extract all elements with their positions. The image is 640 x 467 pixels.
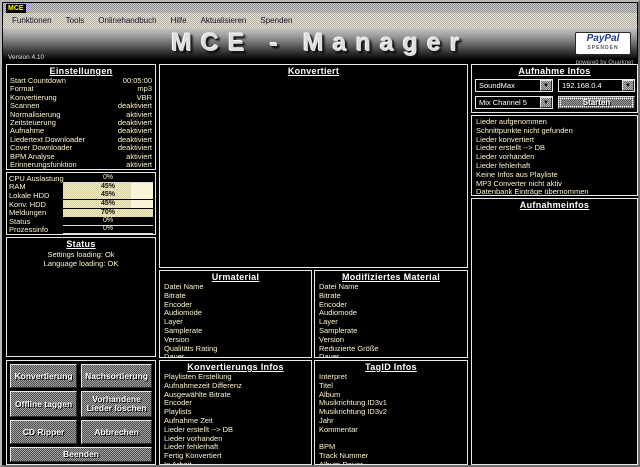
window-title: MCE (6, 4, 26, 13)
original-material-panel: Urmaterial Datei Name Bitrate Encoder Au… (159, 270, 312, 358)
menu-spenden[interactable]: Spenden (253, 14, 299, 28)
ip-address-select[interactable]: 192.168.0.4 ▼ (558, 79, 635, 92)
mixer-channel-select[interactable]: Mix Channel 5 ▼ (475, 96, 553, 109)
menu-bar: Funktionen Tools Onlinehandbuch Hilfe Ak… (3, 13, 637, 28)
stat-value: 70% (63, 209, 153, 217)
stat-label: Prozessinfo (9, 225, 63, 234)
mixer-channel-value: Mix Channel 5 (476, 98, 540, 107)
modified-material-panel: Modifiziertes Material Datei Name Bitrat… (314, 270, 468, 358)
chevron-down-icon[interactable]: ▼ (540, 97, 552, 108)
paypal-spenden-label: SPENDEN (576, 45, 630, 52)
stat-value: 45% (63, 183, 153, 191)
info-row: Dauer (315, 353, 467, 358)
recording-controls-panel: Aufnahme Infos SoundMax ▼ 192.168.0.4 ▼ … (471, 64, 638, 113)
recording-output-title: Aufnahmeinfos (472, 199, 637, 211)
converted-list-panel[interactable]: Konvertiert (159, 64, 468, 268)
delete-existing-songs-button[interactable]: Vorhandene Lieder löschen (81, 391, 152, 417)
stat-value: 0% (63, 174, 153, 183)
converted-title: Konvertiert (160, 65, 467, 77)
menu-hilfe[interactable]: Hilfe (164, 14, 194, 28)
convert-button[interactable]: Konvertierung (10, 364, 77, 388)
info-row: Kommentar (315, 426, 467, 435)
title-bar[interactable]: MCE (3, 3, 637, 13)
info-row: In Arbeit (160, 461, 311, 465)
paypal-donate-button[interactable]: PayPal SPENDEN (575, 32, 631, 55)
status-title: Status (7, 238, 155, 250)
menu-tools[interactable]: Tools (59, 14, 92, 28)
stat-row: RAM45% (7, 183, 155, 192)
setting-value: aktiviert (126, 161, 152, 169)
progress-bar: 45% (63, 183, 153, 191)
tagid-infos-panel: TagID Infos Interpret Titel Album Musikr… (314, 360, 468, 465)
status-line: Settings loading: Ok (7, 250, 155, 259)
offline-tag-button[interactable]: Offline taggen (10, 391, 77, 417)
menu-onlinehandbuch[interactable]: Onlinehandbuch (91, 14, 163, 28)
app-title: MCE - Manager (3, 28, 637, 59)
cd-ripper-button[interactable]: CD Ripper (10, 420, 77, 444)
status-panel: Status Settings loading: Ok Language loa… (6, 237, 156, 357)
stat-row: CPU Auslastung0% (7, 174, 155, 183)
progress-bar: 70% (63, 209, 153, 217)
conversion-infos-panel: Konvertierungs Infos Playlisten Erstellu… (159, 360, 312, 465)
setting-label: Erinnerungsfunktion (10, 161, 77, 169)
stat-value: 45% (63, 191, 153, 199)
info-row: Dauer (160, 353, 311, 358)
menu-aktualisieren[interactable]: Aktualisieren (194, 14, 254, 28)
actions-panel: Konvertierung Nachsortierung Offline tag… (6, 360, 156, 465)
stat-row: Prozessinfo0% (7, 226, 155, 235)
stat-row: Meldungen70% (7, 208, 155, 217)
chevron-down-icon[interactable]: ▼ (622, 80, 634, 91)
log-list-panel: Lieder aufgenommen Schnittpunkte nicht g… (471, 115, 638, 196)
info-row: Album Dauer (315, 461, 467, 465)
status-line: Language loading: OK (7, 259, 155, 268)
progress-bar: 45% (63, 191, 153, 199)
info-row: Interpret (315, 373, 467, 382)
log-row: Datenbank Einträge übernommen (472, 188, 637, 196)
app-banner: MCE - Manager PayPal SPENDEN (3, 28, 637, 60)
chevron-down-icon[interactable]: ▼ (540, 80, 552, 91)
start-button[interactable]: Starten (558, 96, 635, 109)
settings-panel: Einstellungen Start Countdown00:05:00 Fo… (6, 64, 156, 170)
resort-button[interactable]: Nachsortierung (81, 364, 152, 388)
recording-output-panel[interactable]: Aufnahmeinfos (471, 198, 638, 465)
quit-button[interactable]: Beenden (10, 447, 152, 462)
audio-device-value: SoundMax (476, 81, 540, 90)
system-stats-panel: CPU Auslastung0% RAM45% Lokale HDD45% Ko… (6, 172, 156, 235)
stat-row: Status0% (7, 217, 155, 226)
mce-manager-window: MCE Funktionen Tools Onlinehandbuch Hilf… (0, 0, 640, 467)
audio-device-select[interactable]: SoundMax ▼ (475, 79, 553, 92)
cancel-button[interactable]: Abbrechen (81, 420, 152, 444)
ip-address-value: 192.168.0.4 (559, 81, 622, 90)
setting-row: Erinnerungsfunktion aktiviert (7, 161, 155, 169)
version-label: Version 4.10 (8, 54, 44, 61)
paypal-logo: PayPal (576, 33, 630, 45)
info-row (315, 435, 467, 444)
info-row: Musikrichtung ID3v2 (315, 408, 467, 417)
stat-row: Konv. HDD45% (7, 200, 155, 209)
menu-funktionen[interactable]: Funktionen (5, 14, 59, 28)
stat-value: 45% (63, 200, 153, 208)
progress-bar: 45% (63, 200, 153, 208)
stat-value: 0% (63, 225, 153, 234)
recording-infos-title: Aufnahme Infos (472, 65, 637, 77)
stat-row: Lokale HDD45% (7, 191, 155, 200)
